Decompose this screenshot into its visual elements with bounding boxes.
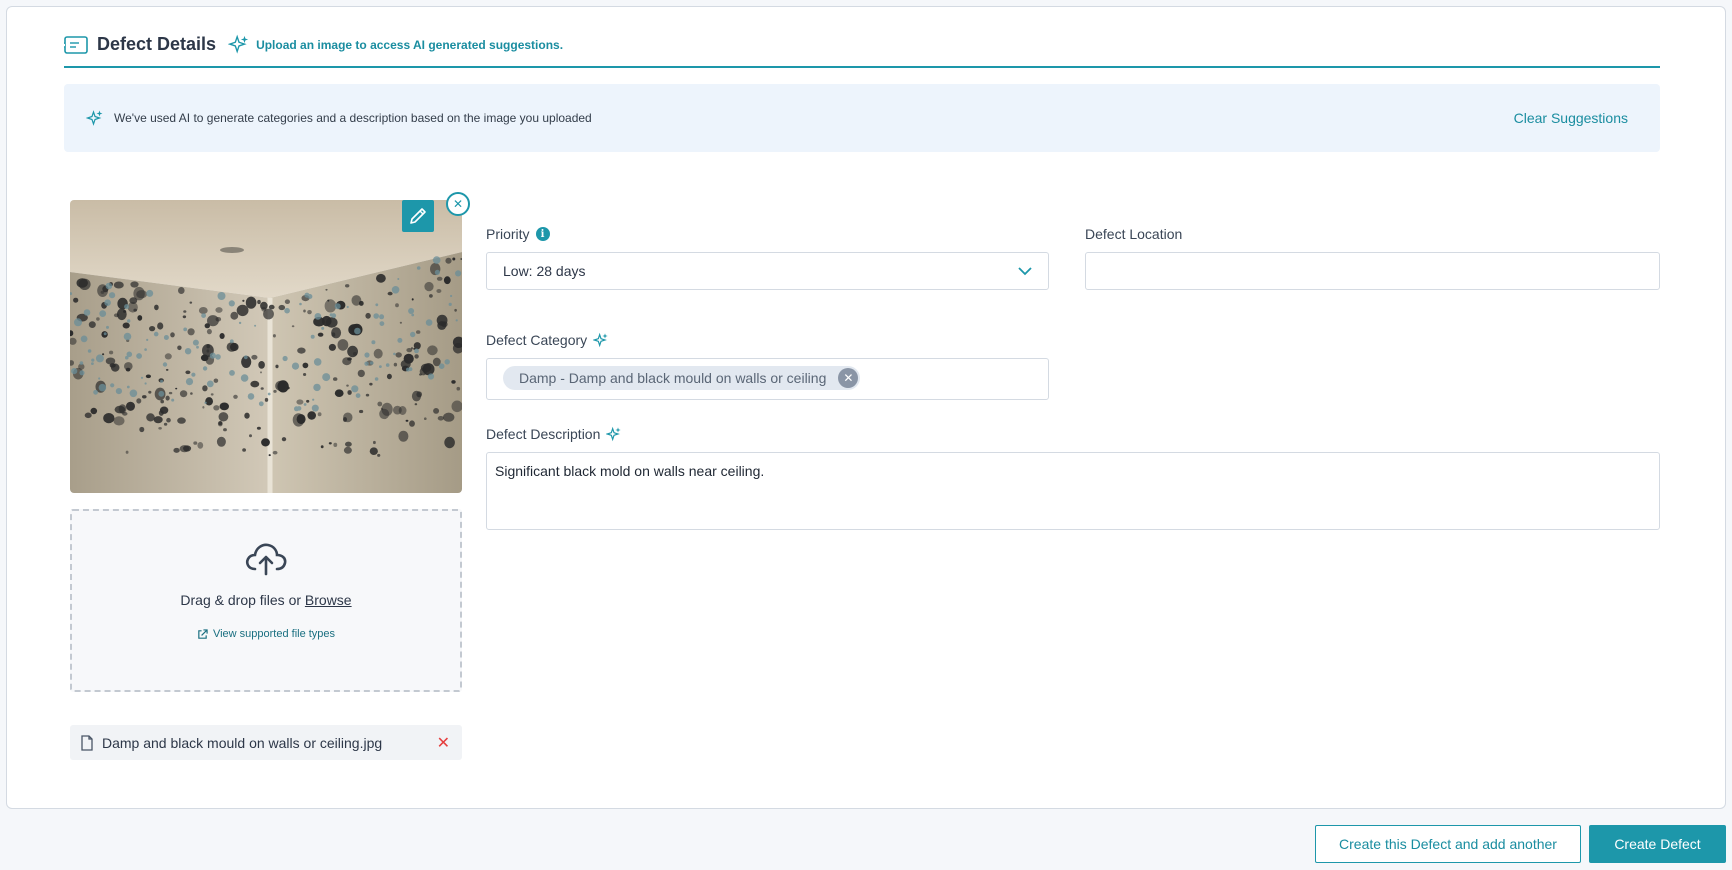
remove-category-button[interactable]: ✕ — [838, 368, 859, 388]
info-icon[interactable]: i — [535, 227, 550, 241]
external-link-icon — [198, 628, 208, 639]
priority-value: Low: 28 days — [503, 263, 586, 279]
browse-link[interactable]: Browse — [305, 592, 352, 608]
location-label-group: Defect Location — [1085, 226, 1182, 242]
ticket-icon — [64, 36, 88, 54]
dropzone-text: Drag & drop files or Browse — [72, 592, 460, 608]
category-chip: Damp - Damp and black mould on walls or … — [503, 366, 861, 390]
page-title: Defect Details — [97, 34, 217, 54]
category-multiselect[interactable]: Damp - Damp and black mould on walls or … — [486, 358, 1049, 400]
file-icon — [81, 734, 93, 751]
remove-file-button[interactable]: ✕ — [437, 733, 450, 753]
banner-message: We've used AI to generate categories and… — [114, 111, 592, 125]
description-label: Defect Description — [486, 426, 601, 442]
location-label: Defect Location — [1085, 226, 1183, 242]
priority-select[interactable]: Low: 28 days — [486, 252, 1049, 290]
pencil-icon — [410, 208, 426, 224]
sparkle-icon — [593, 332, 608, 348]
close-icon: ✕ — [436, 734, 450, 752]
sparkle-icon — [86, 110, 103, 126]
supported-types-label: View supported file types — [212, 628, 336, 640]
priority-label: Priority — [486, 226, 530, 242]
create-and-add-another-button[interactable]: Create this Defect and add another — [1315, 825, 1581, 863]
priority-label-group: Priority i — [486, 226, 550, 242]
create-defect-button[interactable]: Create Defect — [1589, 825, 1726, 863]
edit-image-button[interactable] — [402, 200, 434, 232]
description-value: Significant black mold on walls near cei… — [495, 463, 765, 479]
close-icon: ✕ — [452, 197, 464, 211]
description-label-group: Defect Description — [486, 426, 622, 442]
category-label: Defect Category — [486, 332, 588, 348]
location-input[interactable] — [1085, 252, 1660, 290]
cloud-upload-icon — [245, 543, 287, 576]
file-name: Damp and black mould on walls or ceiling… — [102, 734, 383, 751]
defect-image — [70, 200, 462, 493]
sparkle-icon — [228, 34, 249, 54]
ai-suggestion-banner: We've used AI to generate categories and… — [64, 84, 1660, 152]
description-textarea[interactable]: Significant black mold on walls near cei… — [486, 452, 1660, 530]
sparkle-icon — [606, 426, 622, 442]
remove-image-button[interactable]: ✕ — [446, 192, 470, 216]
ai-hint-text: Upload an image to access AI generated s… — [256, 38, 564, 52]
supported-types-link[interactable]: View supported file types — [197, 628, 335, 640]
file-dropzone[interactable]: Drag & drop files or Browse View support… — [70, 509, 462, 692]
chevron-down-icon — [1018, 266, 1032, 275]
close-icon: ✕ — [843, 371, 854, 385]
clear-suggestions-button[interactable]: Clear Suggestions — [1514, 110, 1628, 126]
category-chip-label: Damp - Damp and black mould on walls or … — [519, 370, 827, 386]
section-header: Defect Details Upload an image to access… — [64, 30, 1660, 68]
uploaded-file-item: Damp and black mould on walls or ceiling… — [70, 725, 462, 760]
dropzone-label: Drag & drop files or — [180, 592, 302, 608]
category-label-group: Defect Category — [486, 332, 609, 348]
mould-photo — [70, 200, 462, 493]
